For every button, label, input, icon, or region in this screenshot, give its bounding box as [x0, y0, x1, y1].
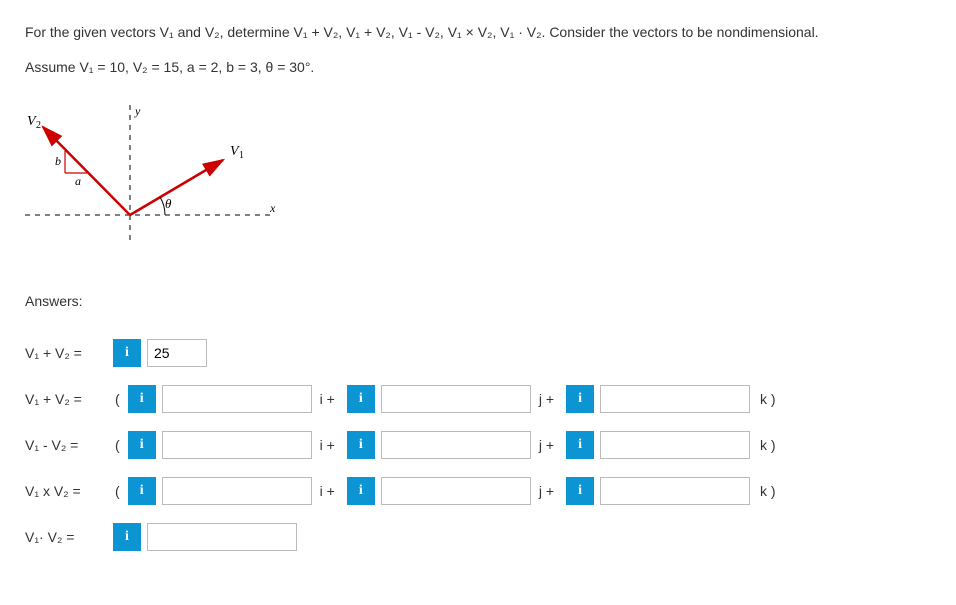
- input-sum-k[interactable]: [600, 385, 750, 413]
- diagram-label-y: y: [134, 105, 141, 118]
- answer-row-magnitude: V₁ + V₂ = i: [25, 339, 931, 367]
- svg-text:1: 1: [239, 150, 244, 161]
- unit-i: i +: [320, 437, 335, 453]
- row5-label: V₁· V₂ =: [25, 529, 107, 545]
- info-icon[interactable]: i: [566, 477, 594, 505]
- answer-row-sum: V₁ + V₂ = ( i i + i j + i k ): [25, 385, 931, 413]
- input-cross-k[interactable]: [600, 477, 750, 505]
- unit-k-close: k ): [760, 437, 776, 453]
- input-magnitude[interactable]: [147, 339, 207, 367]
- row1-label: V₁ + V₂ =: [25, 345, 107, 361]
- unit-j: j +: [539, 391, 554, 407]
- unit-i: i +: [320, 391, 335, 407]
- info-icon[interactable]: i: [128, 431, 156, 459]
- problem-statement-2: Assume V₁ = 10, V₂ = 15, a = 2, b = 3, θ…: [25, 55, 931, 80]
- row2-label: V₁ + V₂ =: [25, 391, 107, 407]
- row3-label: V₁ - V₂ =: [25, 437, 107, 453]
- answer-row-dot: V₁· V₂ = i: [25, 523, 931, 551]
- info-icon[interactable]: i: [113, 523, 141, 551]
- input-diff-j[interactable]: [381, 431, 531, 459]
- input-diff-i[interactable]: [162, 431, 312, 459]
- open-paren: (: [115, 391, 120, 407]
- diagram-label-a: a: [75, 174, 81, 188]
- unit-j: j +: [539, 437, 554, 453]
- info-icon[interactable]: i: [347, 385, 375, 413]
- input-sum-i[interactable]: [162, 385, 312, 413]
- unit-i: i +: [320, 483, 335, 499]
- input-cross-i[interactable]: [162, 477, 312, 505]
- info-icon[interactable]: i: [566, 431, 594, 459]
- answer-row-cross: V₁ x V₂ = ( i i + i j + i k ): [25, 477, 931, 505]
- open-paren: (: [115, 437, 120, 453]
- unit-j: j +: [539, 483, 554, 499]
- info-icon[interactable]: i: [566, 385, 594, 413]
- unit-k-close: k ): [760, 391, 776, 407]
- diagram-label-theta: θ: [165, 196, 172, 211]
- info-icon[interactable]: i: [347, 477, 375, 505]
- input-sum-j[interactable]: [381, 385, 531, 413]
- open-paren: (: [115, 483, 120, 499]
- unit-k-close: k ): [760, 483, 776, 499]
- input-cross-j[interactable]: [381, 477, 531, 505]
- info-icon[interactable]: i: [128, 477, 156, 505]
- info-icon[interactable]: i: [128, 385, 156, 413]
- answer-row-diff: V₁ - V₂ = ( i i + i j + i k ): [25, 431, 931, 459]
- diagram-label-b: b: [55, 154, 61, 168]
- row4-label: V₁ x V₂ =: [25, 483, 107, 499]
- input-dot[interactable]: [147, 523, 297, 551]
- svg-text:2: 2: [36, 120, 41, 131]
- input-diff-k[interactable]: [600, 431, 750, 459]
- diagram-label-x: x: [269, 201, 276, 215]
- problem-statement-1: For the given vectors V₁ and V₂, determi…: [25, 20, 931, 45]
- info-icon[interactable]: i: [113, 339, 141, 367]
- answers-header: Answers:: [25, 293, 931, 309]
- vector-diagram: V 1 V 2 a b x y θ: [25, 105, 285, 260]
- info-icon[interactable]: i: [347, 431, 375, 459]
